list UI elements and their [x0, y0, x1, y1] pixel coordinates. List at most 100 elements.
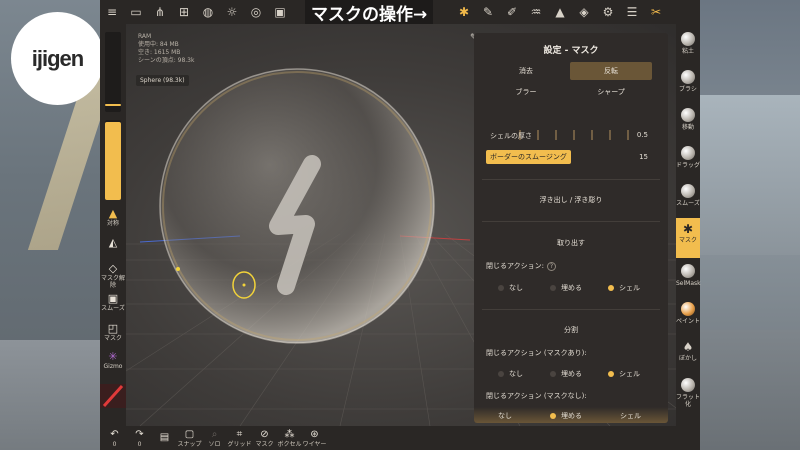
masked-option-none[interactable]: なし — [498, 369, 523, 379]
tool-smooth[interactable]: スムーズ — [676, 180, 700, 220]
folder-icon[interactable]: ▭ — [124, 0, 148, 24]
scene-object-chip[interactable]: Sphere (98.3k) — [136, 75, 189, 86]
sliders-icon[interactable]: ☰ — [620, 0, 644, 24]
extract-button[interactable]: 取り出す — [486, 234, 656, 252]
save-button[interactable]: ▤ — [152, 432, 177, 444]
intensity-slider[interactable] — [105, 120, 121, 200]
masked-option-fill[interactable]: 埋める — [550, 369, 582, 379]
size-slider[interactable] — [105, 32, 121, 112]
radio-dot — [550, 285, 556, 291]
layers-icon[interactable]: ◈ — [572, 0, 596, 24]
option-label: シェル — [619, 284, 640, 292]
invert-mask-button[interactable]: 反転 — [570, 62, 652, 80]
material-icon[interactable]: ◎ — [244, 0, 268, 24]
clay-icon — [681, 32, 695, 46]
shell-thickness-slider[interactable]: シェルの厚さ — [486, 128, 638, 142]
extract-close-action-label: 閉じるアクション:? — [486, 261, 557, 271]
solo-button[interactable]: ⌕ ソロ — [202, 429, 227, 448]
divider — [482, 309, 660, 310]
voxel-icon: ⁂ — [284, 428, 295, 440]
tool-selmask-label: SelMask — [676, 280, 701, 287]
mask-icon: ◰ — [107, 322, 119, 335]
logo-text: ijigen — [31, 45, 84, 71]
masked-option-shell[interactable]: シェル — [608, 369, 640, 379]
unmask-button[interactable]: ◇ マスク解除 — [100, 262, 126, 289]
menu-icon[interactable]: ≡ — [100, 0, 124, 24]
grid-button[interactable]: ⌗ グリッド — [227, 429, 252, 448]
extract-option-fill[interactable]: 埋める — [550, 283, 582, 293]
tool-blur[interactable]: ♠ ぼかし — [676, 336, 700, 376]
sharpen-mask-button[interactable]: シャープ — [570, 83, 652, 101]
scene-icon[interactable]: ⊞ — [172, 0, 196, 24]
voxel-button[interactable]: ⁂ ボクセル — [277, 429, 302, 448]
gear-icon[interactable]: ⚙ — [596, 0, 620, 24]
ram-free: 空き: 1615 MB — [138, 49, 181, 56]
smooth-tool-icon — [681, 184, 695, 198]
undo-button[interactable]: ↶ 0 — [102, 429, 127, 448]
smooth-button[interactable]: ▣ スムーズ — [100, 292, 126, 312]
tool-flatten[interactable]: フラット化 — [676, 374, 700, 414]
help-icon[interactable]: ? — [547, 262, 557, 271]
mask-visibility-label: マスク — [255, 440, 274, 448]
split-button[interactable]: 分割 — [486, 321, 656, 339]
tools-icon[interactable]: ✂ — [644, 0, 668, 24]
radio-dot — [550, 371, 556, 377]
mask-button[interactable]: ◰ マスク — [100, 322, 126, 342]
shell-thickness-value: 0.5 — [636, 131, 648, 139]
clear-mask-button[interactable]: 消去 — [486, 62, 566, 80]
right-floor — [700, 330, 800, 450]
paint-icon[interactable]: ♒ — [524, 0, 548, 24]
redo-count: 0 — [137, 440, 142, 448]
extract-option-shell[interactable]: シェル — [608, 283, 640, 293]
save-icon: ▤ — [159, 432, 170, 443]
tool-paint[interactable]: ペイント — [676, 298, 700, 338]
option-label: 埋める — [561, 370, 582, 378]
share-icon[interactable]: ⋔ — [148, 0, 172, 24]
swatch-graphic — [102, 384, 124, 408]
ram-used: 使用中: 84 MB — [138, 41, 179, 48]
radio-dot — [498, 371, 504, 377]
undo-count: 0 — [112, 440, 117, 448]
wireframe-label: ワイヤー — [302, 440, 327, 448]
tool-selmask[interactable]: SelMask — [676, 260, 701, 300]
triangle-icon[interactable]: ▲ — [548, 0, 572, 24]
paint-bucket-icon: ◭ — [108, 236, 118, 249]
blur-mask-button[interactable]: ブラー — [486, 83, 566, 101]
extract-option-none[interactable]: なし — [498, 283, 523, 293]
color-swatch[interactable] — [100, 384, 126, 408]
sun-icon[interactable]: ☼ — [220, 0, 244, 24]
tool-move[interactable]: 移動 — [676, 104, 700, 144]
gizmo-button[interactable]: ✳ Gizmo — [100, 350, 126, 370]
pen-icon[interactable]: ✐ — [500, 0, 524, 24]
unmasked-option-shell[interactable]: シェル — [620, 411, 641, 421]
tool-clay[interactable]: 粘土 — [676, 28, 700, 68]
pivot-dot — [176, 267, 180, 271]
emboss-button[interactable]: 浮き出し / 浮き彫り — [486, 191, 656, 209]
unmasked-option-none[interactable]: なし — [498, 411, 512, 421]
redo-button[interactable]: ↷ 0 — [127, 429, 152, 448]
image-icon[interactable]: ▣ — [268, 0, 292, 24]
fill-button[interactable]: ◭ — [100, 236, 126, 249]
radio-dot-selected — [608, 285, 614, 291]
mask-tool-icon[interactable]: ✱ — [452, 0, 476, 24]
tool-drag-label: ドラッグ — [676, 162, 701, 169]
redo-icon: ↷ — [135, 428, 144, 440]
globe-icon[interactable]: ◍ — [196, 0, 220, 24]
border-smoothing-slider[interactable]: ボーダーのスムージング — [486, 150, 571, 164]
snapshot-button[interactable]: ▢ スナップ — [177, 429, 202, 448]
unmasked-option-fill[interactable]: 埋める — [550, 411, 582, 421]
tool-drag[interactable]: ドラッグ — [676, 142, 700, 182]
symmetry-button[interactable]: ▲ 対称 — [100, 207, 126, 227]
tool-paint-label: ペイント — [676, 318, 701, 325]
option-label: 埋める — [561, 284, 582, 292]
tool-brush[interactable]: ブラシ — [676, 66, 700, 106]
wireframe-button[interactable]: ⊛ ワイヤー — [302, 429, 327, 448]
brush-icon[interactable]: ✎ — [476, 0, 500, 24]
tool-clay-label: 粘土 — [681, 48, 694, 55]
grid-label: グリッド — [227, 440, 252, 448]
tool-smooth-label: スムーズ — [676, 200, 700, 207]
tool-mask[interactable]: ✱ マスク — [676, 218, 700, 258]
mask-visibility-button[interactable]: ⊘ マスク — [252, 429, 277, 448]
border-smoothing-label: ボーダーのスムージング — [490, 153, 567, 161]
tool-blur-label: ぼかし — [678, 355, 697, 362]
